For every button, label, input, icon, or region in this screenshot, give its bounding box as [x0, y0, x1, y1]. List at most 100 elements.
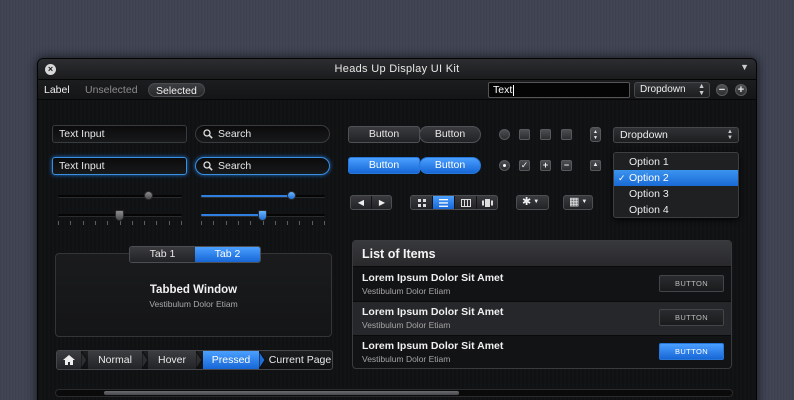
menu-item-label: Option 1 [629, 156, 669, 168]
toolbar-minus-button[interactable]: − [716, 84, 728, 96]
slider-tick [201, 221, 202, 225]
toolbar-dropdown[interactable]: Dropdown ▲ ▼ [634, 82, 710, 98]
toolbar-dropdown-value: Dropdown [640, 84, 686, 95]
slider-tick [83, 221, 84, 225]
slider-knob[interactable] [144, 191, 153, 200]
blue-button[interactable]: Button [348, 157, 420, 174]
list-item-button[interactable]: BUTTON [659, 343, 724, 360]
slider-blue[interactable] [201, 195, 325, 198]
blue-round-button[interactable]: Button [419, 157, 481, 174]
dropdown-menu: Option 1 ✓ Option 2 Option 3 Option 4 [613, 152, 739, 218]
slider-knob[interactable] [287, 191, 296, 200]
list-item[interactable]: Lorem Ipsum Dolor Sit Amet Vestibulum Do… [353, 302, 731, 336]
toolbar-selected-tab[interactable]: Selected [148, 83, 205, 97]
slider-ticks [58, 221, 182, 225]
search-placeholder: Search [218, 128, 252, 140]
round-button[interactable]: Button [419, 126, 481, 143]
horizontal-scrollbar[interactable] [55, 389, 733, 397]
text-input[interactable]: Text Input [52, 125, 187, 143]
prev-next-control: ◀ ▶ [350, 195, 392, 210]
toolbar-plus-button[interactable]: + [735, 84, 747, 96]
breadcrumb: Normal Hover Pressed Current Page [56, 350, 333, 370]
column-view-icon[interactable] [455, 196, 477, 209]
stepper-control[interactable]: ▲ ▼ [590, 127, 601, 142]
gear-icon: ✱ [522, 196, 532, 208]
menu-item-option-3[interactable]: Option 3 [614, 186, 738, 202]
menu-item-option-4[interactable]: Option 4 [614, 202, 738, 218]
breadcrumb-pressed[interactable]: Pressed [203, 351, 259, 369]
search-input[interactable]: Search [195, 125, 330, 143]
toolbar-text-field[interactable]: Text [488, 82, 630, 98]
search-icon [203, 129, 213, 139]
slider-tick [287, 221, 288, 225]
menu-item-label: Option 3 [629, 188, 669, 200]
slider-tick [169, 221, 170, 225]
coverflow-view-icon[interactable] [477, 196, 497, 209]
slider-tick [312, 221, 313, 225]
slider-tick [263, 221, 264, 225]
slider[interactable] [58, 195, 182, 198]
radio-button-selected[interactable] [499, 160, 510, 171]
breadcrumb-normal[interactable]: Normal [88, 351, 142, 369]
breadcrumb-hover[interactable]: Hover [148, 351, 196, 369]
dropdown-select[interactable]: Dropdown ▲ ▼ [613, 127, 739, 143]
checkbox[interactable] [519, 129, 530, 140]
text-input-focused[interactable]: Text Input [52, 157, 187, 175]
slider-knob[interactable] [258, 210, 267, 221]
up-arrow-button[interactable]: ▲ [590, 160, 601, 171]
window-title: Heads Up Display UI Kit [334, 63, 460, 75]
minus-button[interactable]: − [561, 160, 572, 171]
home-icon[interactable] [57, 351, 81, 369]
updown-arrows-icon: ▲ ▼ [698, 83, 705, 97]
gear-menu-button[interactable]: ✱ ▼ [516, 195, 549, 210]
prev-arrow-icon[interactable]: ◀ [351, 196, 372, 209]
list-item-button[interactable]: BUTTON [659, 275, 724, 292]
slider-fill [201, 195, 292, 197]
tabbed-window-title: Tabbed Window [149, 284, 238, 296]
list-item-title: Lorem Ipsum Dolor Sit Amet [362, 272, 504, 284]
menu-item-label: Option 4 [629, 204, 669, 216]
search-placeholder: Search [218, 160, 252, 172]
toolbar-unselected-tab[interactable]: Unselected [85, 84, 138, 96]
chevron-down-icon: ▼ [533, 199, 540, 206]
menu-item-option-1[interactable]: Option 1 [614, 154, 738, 170]
checkbox-checked[interactable]: ✓ [519, 160, 530, 171]
button[interactable]: Button [348, 126, 420, 143]
slider-tick [238, 221, 239, 225]
scrollbar-thumb[interactable] [104, 391, 459, 395]
slider-tick [275, 221, 276, 225]
list-item-title: Lorem Ipsum Dolor Sit Amet [362, 340, 504, 352]
updown-arrows-icon: ▲ ▼ [727, 129, 733, 141]
radio-button[interactable] [499, 129, 510, 140]
list-item-button[interactable]: BUTTON [659, 309, 724, 326]
list-item[interactable]: Lorem Ipsum Dolor Sit Amet Vestibulum Do… [353, 268, 731, 302]
tabbed-window: Tabbed Window Vestibulum Dolor Etiam [55, 253, 332, 337]
next-arrow-icon[interactable]: ▶ [372, 196, 391, 209]
list-item[interactable]: Lorem Ipsum Dolor Sit Amet Vestibulum Do… [353, 336, 731, 368]
check-icon: ✓ [618, 173, 626, 183]
tab-2[interactable]: Tab 2 [195, 247, 260, 262]
tab-1[interactable]: Tab 1 [130, 247, 195, 262]
chevron-down-icon: ▼ [581, 199, 588, 206]
grid-view-icon[interactable] [411, 196, 433, 209]
tab-bar: Tab 1 Tab 2 [129, 246, 261, 263]
slider-ticks [201, 221, 325, 225]
slider-tick [250, 221, 251, 225]
slider-tick [299, 221, 300, 225]
minus-square-button[interactable] [561, 129, 572, 140]
list-item-subtitle: Vestibulum Dolor Etiam [362, 286, 451, 296]
list-view-icon[interactable] [433, 196, 455, 209]
title-bar: × Heads Up Display UI Kit ▼ [38, 59, 756, 80]
window-menu-icon[interactable]: ▼ [740, 62, 749, 72]
grid-menu-button[interactable]: ▦ ▼ [563, 195, 593, 210]
menu-item-label: Option 2 [629, 172, 669, 184]
search-icon [203, 161, 213, 171]
plus-button[interactable]: + [540, 160, 551, 171]
list-item-title: Lorem Ipsum Dolor Sit Amet [362, 306, 504, 318]
plus-square-button[interactable] [540, 129, 551, 140]
search-input-focused[interactable]: Search [195, 157, 330, 175]
slider-knob[interactable] [115, 210, 124, 221]
menu-item-option-2[interactable]: ✓ Option 2 [614, 170, 738, 186]
slider-tick [132, 221, 133, 225]
slider-tick [156, 221, 157, 225]
